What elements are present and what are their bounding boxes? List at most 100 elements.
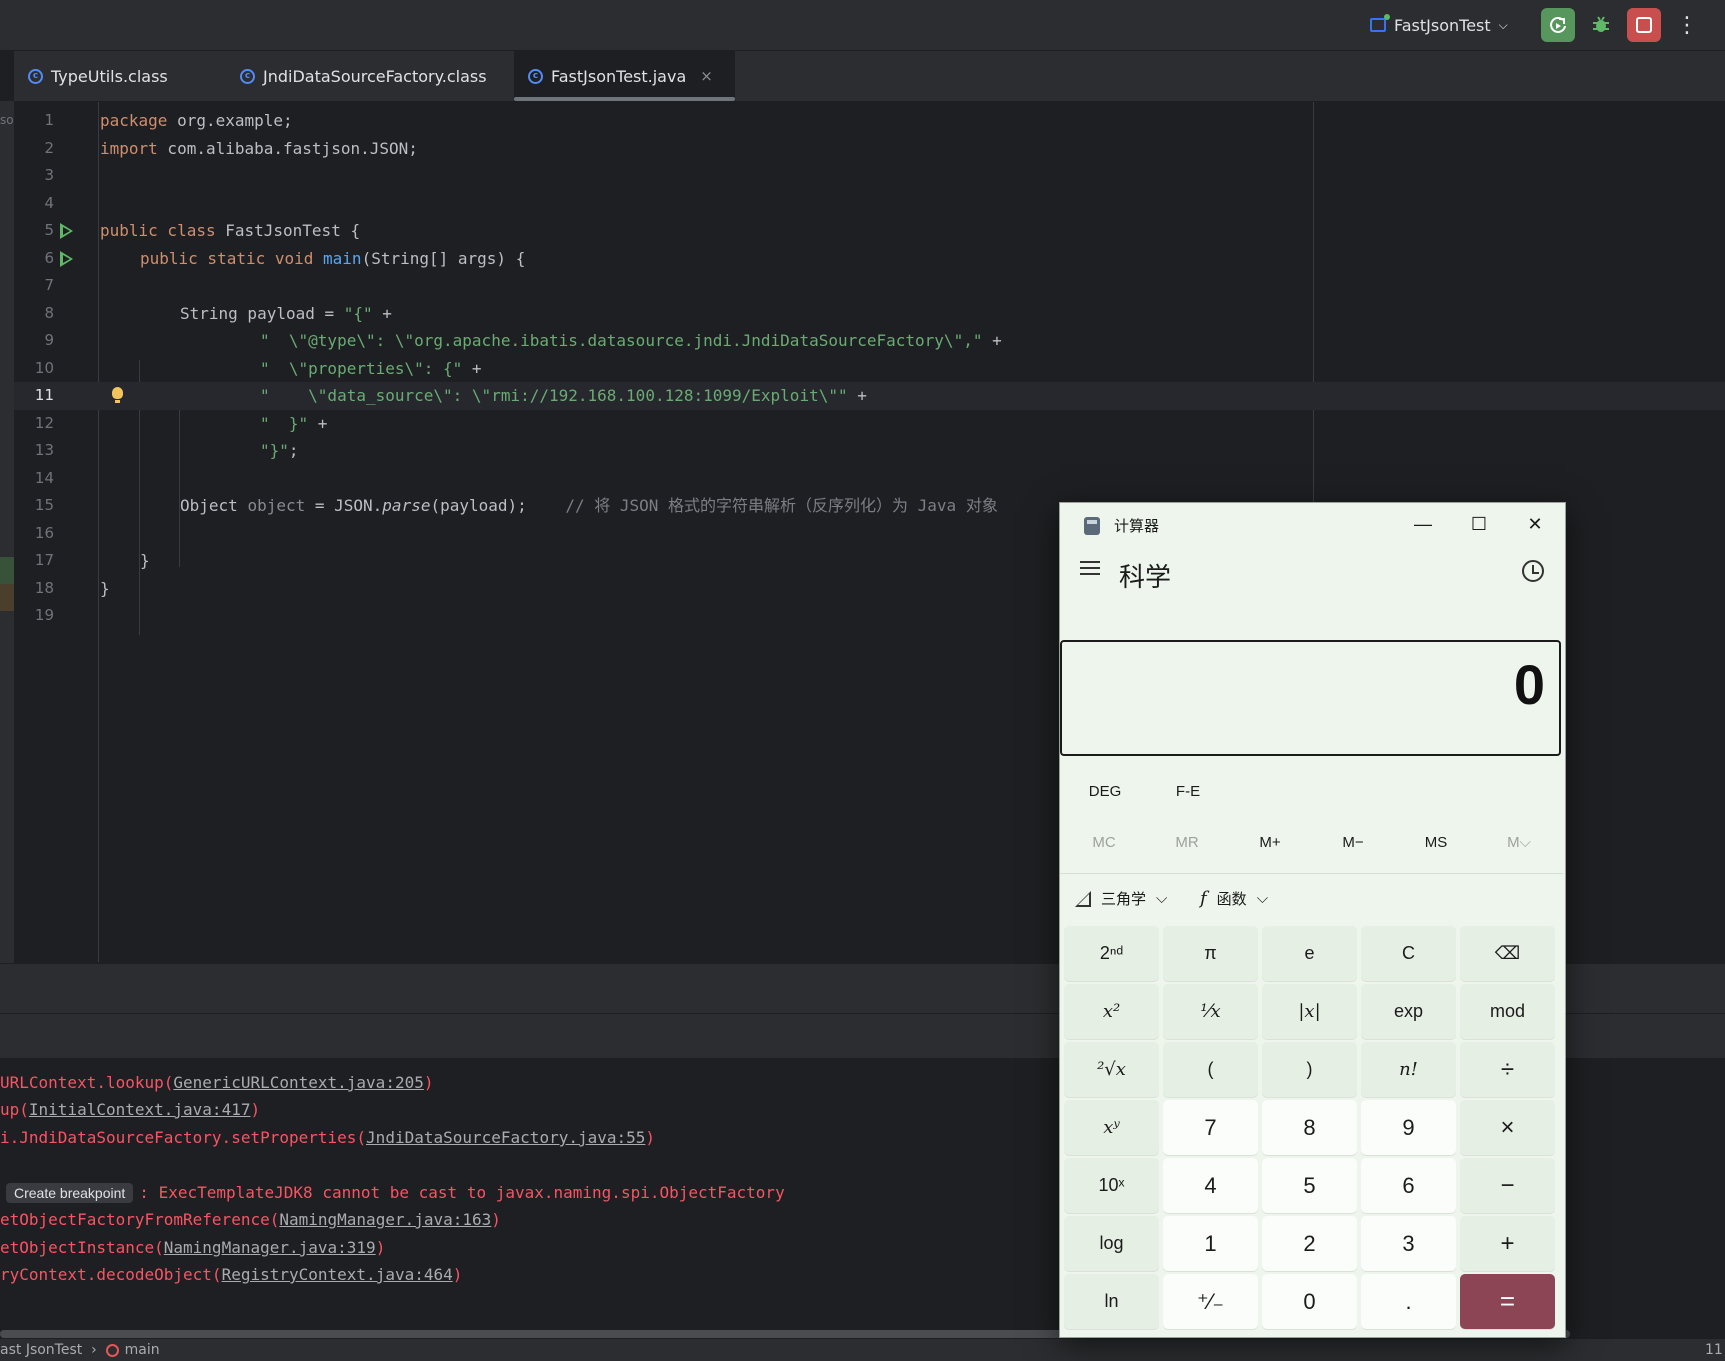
stacktrace-link[interactable]: NamingManager.java:319 <box>164 1238 376 1257</box>
tab-jndidatasourcefactory[interactable]: c JndiDataSourceFactory.class <box>226 51 506 101</box>
digit-5-key[interactable]: 5 <box>1262 1158 1357 1213</box>
reciprocal-key[interactable]: ¹⁄x <box>1163 984 1258 1039</box>
digit-2-key[interactable]: 2 <box>1262 1216 1357 1271</box>
code-line[interactable]: 3 <box>14 162 1725 190</box>
code-line[interactable]: 5 public class FastJsonTest { <box>14 217 1725 245</box>
run-main-icon[interactable] <box>60 250 73 267</box>
exp-key[interactable]: exp <box>1361 984 1456 1039</box>
line-number: 8 <box>44 303 54 322</box>
stacktrace-link[interactable]: InitialContext.java:417 <box>29 1100 251 1119</box>
menu-icon[interactable] <box>1080 561 1100 577</box>
close-tab-icon[interactable]: × <box>700 67 713 85</box>
more-options-button[interactable]: ⋮ <box>1670 8 1704 42</box>
maximize-button[interactable]: ☐ <box>1459 509 1499 539</box>
subtract-key[interactable]: − <box>1460 1158 1555 1213</box>
function-icon: f <box>1200 888 1207 909</box>
code-line[interactable]: 13 "}"; <box>14 437 1725 465</box>
breadcrumb[interactable]: ast JsonTest › main <box>0 1342 160 1358</box>
function-dropdown[interactable]: f 函数 ⌵ <box>1200 888 1268 909</box>
digit-0-key[interactable]: 0 <box>1262 1274 1357 1329</box>
code-line[interactable]: 7 <box>14 272 1725 300</box>
code-text: package org.example; <box>100 111 293 130</box>
console-line: etObjectFactoryFromReference(NamingManag… <box>0 1210 501 1229</box>
line-number: 1 <box>44 111 54 129</box>
stop-button[interactable] <box>1627 8 1661 42</box>
code-line[interactable]: 8 String payload = "{" + <box>14 300 1725 328</box>
trigonometry-dropdown[interactable]: 三角学 ⌵ <box>1075 888 1167 909</box>
close-paren-key[interactable]: ) <box>1262 1042 1357 1097</box>
stacktrace-link[interactable]: NamingManager.java:163 <box>279 1210 491 1229</box>
add-key[interactable]: + <box>1460 1216 1555 1271</box>
second-function-key[interactable]: 2ⁿᵈ <box>1064 926 1159 981</box>
code-line[interactable]: 2 import com.alibaba.fastjson.JSON; <box>14 135 1725 163</box>
ln-key[interactable]: ln <box>1064 1274 1159 1329</box>
code-text: Object object = JSON.parse(payload); // … <box>180 496 998 515</box>
tab-fastjsontest[interactable]: c FastJsonTest.java × <box>514 51 735 101</box>
calculator-window: 计算器 — ☐ ✕ 科学 0 DEG F-E MC MR M+ M− MS M⌵… <box>1059 502 1566 1338</box>
digit-4-key[interactable]: 4 <box>1163 1158 1258 1213</box>
memory-add-button[interactable]: M+ <box>1240 834 1300 851</box>
digit-1-key[interactable]: 1 <box>1163 1216 1258 1271</box>
divide-key[interactable]: ÷ <box>1460 1042 1555 1097</box>
create-breakpoint-button[interactable]: Create breakpoint <box>6 1183 134 1203</box>
status-line-position[interactable]: 11 <box>1705 1342 1723 1358</box>
backspace-key[interactable]: ⌫ <box>1460 926 1555 981</box>
square-root-key[interactable]: ²√x <box>1064 1042 1159 1097</box>
equals-key[interactable]: = <box>1460 1274 1555 1329</box>
memory-list-button[interactable]: M⌵ <box>1489 834 1549 851</box>
fe-button[interactable]: F-E <box>1163 783 1213 800</box>
pi-key[interactable]: π <box>1163 926 1258 981</box>
run-class-icon[interactable] <box>60 223 73 239</box>
code-line-current[interactable]: 11 " \"data_source\": \"rmi://192.168.100… <box>14 382 1725 410</box>
stacktrace-link[interactable]: GenericURLContext.java:205 <box>173 1073 423 1092</box>
digit-8-key[interactable]: 8 <box>1262 1100 1357 1155</box>
digit-9-key[interactable]: 9 <box>1361 1100 1456 1155</box>
history-icon[interactable] <box>1522 560 1544 582</box>
memory-recall-button[interactable]: MR <box>1157 834 1217 851</box>
class-icon: c <box>528 68 543 84</box>
angle-unit-button[interactable]: DEG <box>1080 783 1130 800</box>
mod-key[interactable]: mod <box>1460 984 1555 1039</box>
code-line[interactable]: 9 " \"@type\": \"org.apache.ibatis.dataso… <box>14 327 1725 355</box>
digit-7-key[interactable]: 7 <box>1163 1100 1258 1155</box>
log-key[interactable]: log <box>1064 1216 1159 1271</box>
digit-6-key[interactable]: 6 <box>1361 1158 1456 1213</box>
line-number: 5 <box>44 221 54 239</box>
decimal-key[interactable]: . <box>1361 1274 1456 1329</box>
absolute-key[interactable]: |x| <box>1262 984 1357 1039</box>
code-line[interactable]: 1 package org.example; <box>14 107 1725 135</box>
code-text: " \"properties\": {" + <box>260 358 482 378</box>
tab-typeutils[interactable]: c TypeUtils.class <box>14 51 188 101</box>
debug-button[interactable] <box>1584 8 1618 42</box>
code-line[interactable]: 6 public static void main(String[] args) … <box>14 245 1725 273</box>
close-button[interactable]: ✕ <box>1515 509 1555 539</box>
rerun-button[interactable] <box>1541 8 1575 42</box>
ten-power-key[interactable]: 10ˣ <box>1064 1158 1159 1213</box>
stacktrace-link[interactable]: JndiDataSourceFactory.java:55 <box>366 1128 645 1147</box>
memory-clear-button[interactable]: MC <box>1074 834 1134 851</box>
code-line[interactable]: 4 <box>14 190 1725 218</box>
memory-store-button[interactable]: MS <box>1406 834 1466 851</box>
code-line[interactable]: 10 " \"properties\": {" + <box>14 355 1725 383</box>
square-key[interactable]: x² <box>1064 984 1159 1039</box>
code-text: public static void main(String[] args) { <box>140 248 526 268</box>
code-line[interactable]: 12 " }" + <box>14 410 1725 438</box>
power-key[interactable]: xʸ <box>1064 1100 1159 1155</box>
minimize-button[interactable]: — <box>1403 509 1443 539</box>
lightbulb-icon[interactable] <box>112 387 123 403</box>
run-config-selector[interactable]: FastJsonTest ⌵ <box>1370 12 1508 38</box>
breadcrumb-class[interactable]: ast JsonTest <box>0 1342 82 1358</box>
clear-key[interactable]: C <box>1361 926 1456 981</box>
e-key[interactable]: e <box>1262 926 1357 981</box>
multiply-key[interactable]: × <box>1460 1100 1555 1155</box>
code-line[interactable]: 14 <box>14 465 1725 493</box>
code-text: " }" + <box>260 413 328 433</box>
negate-key[interactable]: ⁺⁄₋ <box>1163 1274 1258 1329</box>
factorial-key[interactable]: n! <box>1361 1042 1456 1097</box>
code-text: public class FastJsonTest { <box>100 221 361 240</box>
memory-subtract-button[interactable]: M− <box>1323 834 1383 851</box>
breadcrumb-method[interactable]: main <box>125 1342 160 1358</box>
digit-3-key[interactable]: 3 <box>1361 1216 1456 1271</box>
open-paren-key[interactable]: ( <box>1163 1042 1258 1097</box>
stacktrace-link[interactable]: RegistryContext.java:464 <box>222 1265 453 1284</box>
